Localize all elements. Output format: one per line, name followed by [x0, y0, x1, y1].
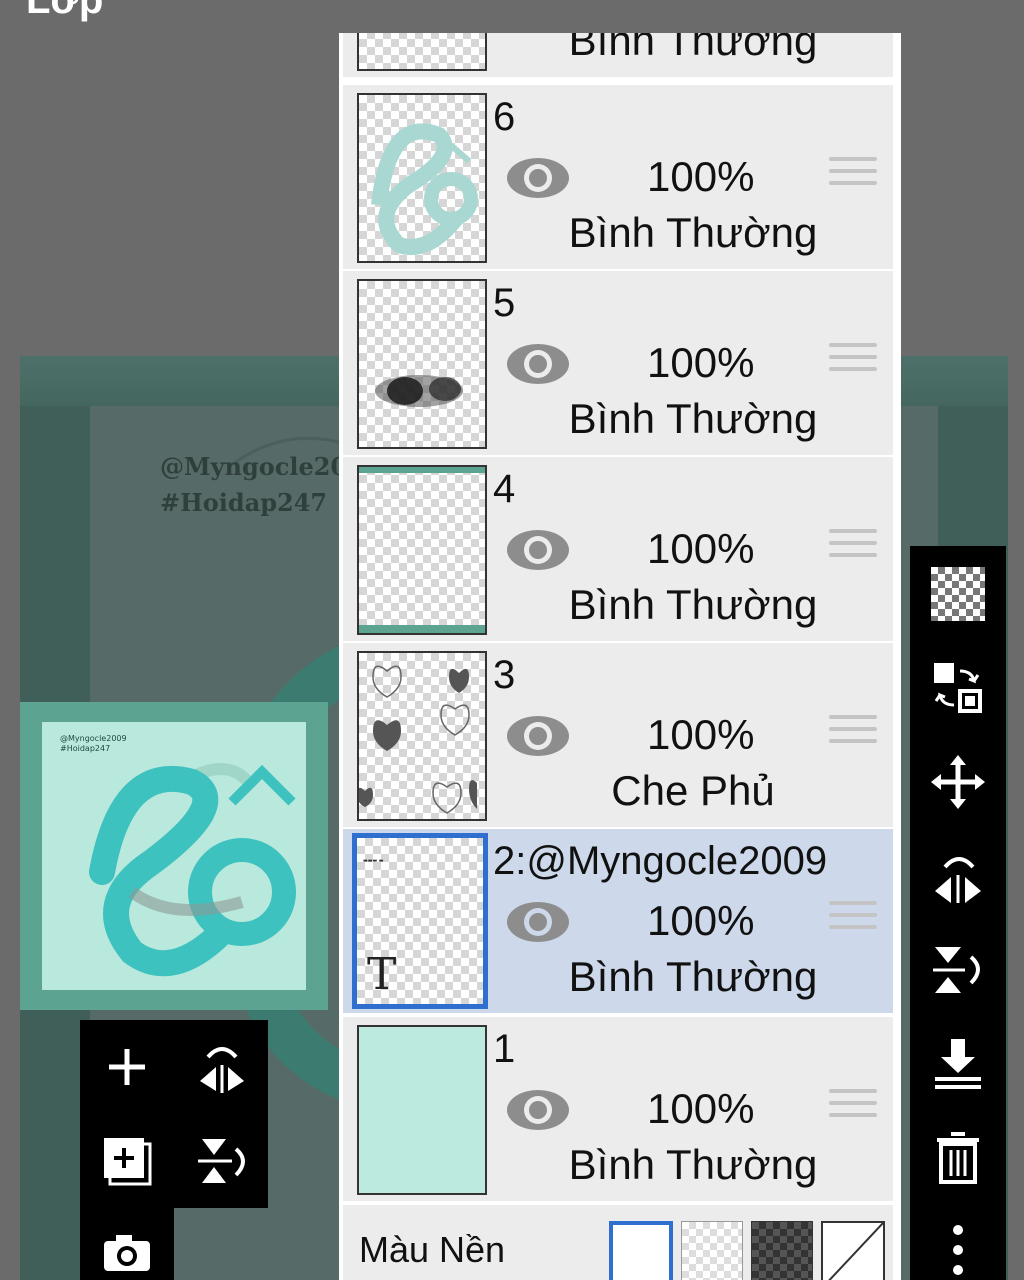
layer-row-4[interactable]: 4 100% Bình Thường [343, 457, 893, 641]
swatch-none[interactable] [821, 1221, 885, 1280]
drag-handle-icon[interactable] [829, 901, 877, 939]
flip-horizontal-icon[interactable] [196, 1042, 246, 1093]
layer-blend-mode[interactable]: Che Phủ [493, 767, 893, 815]
background-color-label: Màu Nền [359, 1229, 506, 1270]
watermark-line2: #Hoidap247 [160, 488, 328, 517]
layer-opacity[interactable]: 100% [647, 897, 754, 945]
swatch-dark-checker[interactable] [751, 1221, 813, 1280]
eye-icon[interactable] [505, 1087, 571, 1133]
layer-row-top[interactable]: Bình Thường [343, 33, 893, 77]
background-color-row: Màu Nền [343, 1205, 893, 1280]
checker-icon[interactable] [930, 566, 986, 622]
layer-name[interactable]: 6 [493, 95, 515, 140]
drag-handle-icon[interactable] [829, 1089, 877, 1127]
page-title: Lớp [26, 0, 104, 22]
layer-thumbnail [357, 651, 487, 821]
layer-panel: Bình Thường 6 100% Bình Thường 5 100% Bì… [339, 33, 901, 1280]
transfer-icon[interactable] [930, 660, 986, 716]
layer-thumbnail [357, 33, 487, 71]
swatch-transparent[interactable] [681, 1221, 743, 1280]
camera-icon[interactable] [102, 1228, 152, 1278]
canvas-preview[interactable]: @Myngocle2009 #Hoidap247 [20, 702, 328, 1010]
flip-horizontal-icon[interactable] [930, 848, 986, 904]
layer-thumbnail [357, 93, 487, 263]
eye-icon[interactable] [505, 527, 571, 573]
layer-name[interactable]: 4 [493, 467, 515, 512]
add-folder-icon[interactable] [102, 1136, 152, 1186]
layer-row-6[interactable]: 6 100% Bình Thường [343, 85, 893, 269]
layer-name[interactable]: 5 [493, 281, 515, 326]
layer-thumbnail [357, 279, 487, 449]
drag-handle-icon[interactable] [829, 343, 877, 381]
layer-row-5[interactable]: 5 100% Bình Thường [343, 271, 893, 455]
trash-icon[interactable] [930, 1130, 986, 1186]
flip-vertical-icon[interactable] [196, 1136, 246, 1186]
swatch-white[interactable] [609, 1221, 673, 1280]
layer-blend-mode[interactable]: Bình Thường [493, 1141, 893, 1189]
merge-down-icon[interactable] [930, 1036, 986, 1092]
watermark-line1: @Myngocle20 [160, 452, 348, 481]
layer-row-1[interactable]: 1 100% Bình Thường [343, 1017, 893, 1201]
layer-blend-mode[interactable]: Bình Thường [493, 581, 893, 629]
layer-thumbnail [357, 465, 487, 635]
layer-name[interactable]: 2:@Myngocle2009 [493, 839, 827, 884]
eye-icon[interactable] [505, 341, 571, 387]
text-layer-icon: T [367, 949, 397, 1000]
layer-thumbnail [357, 1025, 487, 1195]
add-layer-icon[interactable] [102, 1042, 152, 1092]
layer-opacity[interactable]: 100% [647, 1085, 754, 1133]
layer-blend-mode[interactable]: Bình Thường [493, 395, 893, 443]
thumb-mini-text: ▬▬▬ ▬ [363, 858, 384, 864]
layer-thumbnail: ▬▬▬ ▬ T [352, 833, 488, 1009]
layer-opacity[interactable]: 100% [647, 525, 754, 573]
more-icon[interactable] [930, 1222, 986, 1278]
layer-opacity[interactable]: 100% [647, 153, 754, 201]
drag-handle-icon[interactable] [829, 157, 877, 195]
right-toolbar [910, 546, 1006, 1280]
drag-handle-icon[interactable] [829, 529, 877, 567]
eye-icon[interactable] [505, 713, 571, 759]
layer-blend-mode[interactable]: Bình Thường [493, 953, 893, 1001]
layer-blend-mode[interactable]: Bình Thường [493, 209, 893, 257]
layer-opacity[interactable]: 100% [647, 711, 754, 759]
layer-opacity[interactable]: 100% [647, 339, 754, 387]
layer-name[interactable]: 3 [493, 653, 515, 698]
preview-image: @Myngocle2009 #Hoidap247 [42, 722, 306, 990]
layer-blend-mode[interactable]: Bình Thường [493, 33, 893, 65]
layer-row-3[interactable]: 3 100% Che Phủ [343, 643, 893, 827]
flip-vertical-icon[interactable] [930, 942, 986, 998]
layer-row-2[interactable]: ▬▬▬ ▬ T 2:@Myngocle2009 100% Bình Thường [343, 829, 893, 1013]
move-icon[interactable] [930, 754, 986, 810]
drag-handle-icon[interactable] [829, 715, 877, 753]
layer-name[interactable]: 1 [493, 1027, 515, 1072]
eye-icon[interactable] [505, 899, 571, 945]
eye-icon[interactable] [505, 155, 571, 201]
